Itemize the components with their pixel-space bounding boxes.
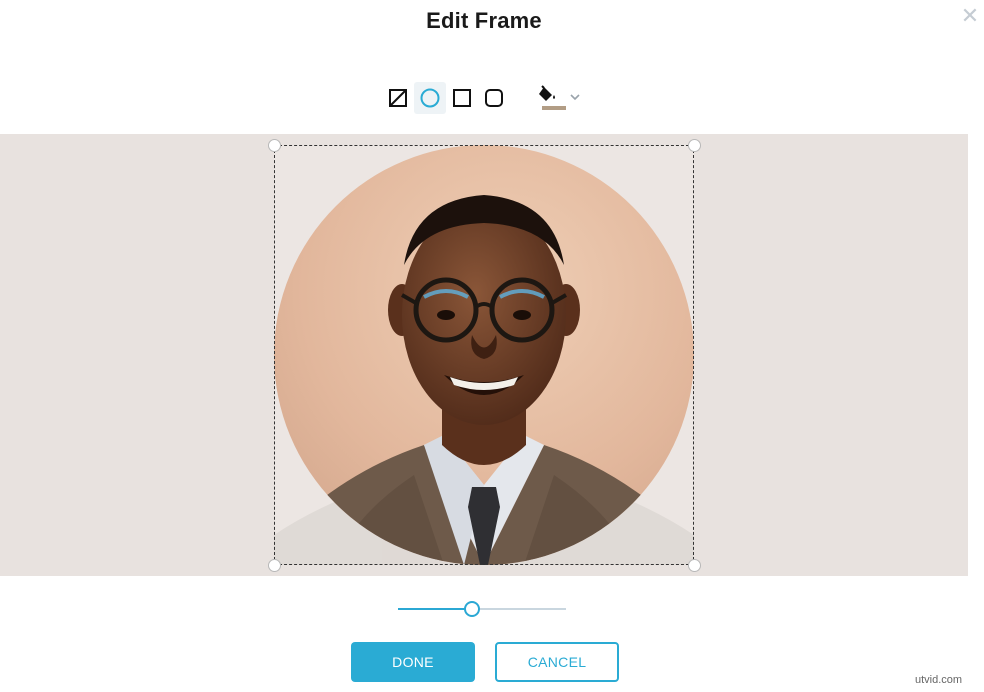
slash-square-icon bbox=[389, 89, 407, 107]
no-frame-button[interactable] bbox=[382, 82, 414, 114]
frame-toolbar bbox=[0, 82, 984, 114]
resize-handle-bottom-right[interactable] bbox=[688, 559, 701, 572]
paint-bucket-icon bbox=[539, 85, 566, 110]
done-button[interactable]: DONE bbox=[351, 642, 475, 682]
zoom-slider[interactable] bbox=[398, 600, 566, 618]
rounded-square-frame-button[interactable] bbox=[478, 82, 510, 114]
rounded-square-icon bbox=[485, 89, 503, 107]
square-icon bbox=[453, 89, 471, 107]
circle-frame-button[interactable] bbox=[414, 82, 446, 114]
framed-photo[interactable] bbox=[274, 145, 694, 565]
resize-handle-top-left[interactable] bbox=[268, 139, 281, 152]
cancel-button[interactable]: CANCEL bbox=[495, 642, 619, 682]
square-frame-button[interactable] bbox=[446, 82, 478, 114]
portrait-image bbox=[274, 145, 694, 565]
chevron-down-icon bbox=[570, 94, 580, 101]
watermark-text: utvid.com bbox=[915, 674, 963, 686]
zoom-slider-thumb[interactable] bbox=[464, 601, 480, 617]
fill-color-dropdown[interactable] bbox=[536, 82, 586, 114]
dialog-title: Edit Frame bbox=[426, 8, 542, 33]
resize-handle-bottom-left[interactable] bbox=[268, 559, 281, 572]
resize-handle-top-right[interactable] bbox=[688, 139, 701, 152]
zoom-slider-fill bbox=[398, 608, 472, 610]
close-icon[interactable]: ✕ bbox=[960, 5, 980, 27]
circle-icon bbox=[420, 88, 440, 108]
